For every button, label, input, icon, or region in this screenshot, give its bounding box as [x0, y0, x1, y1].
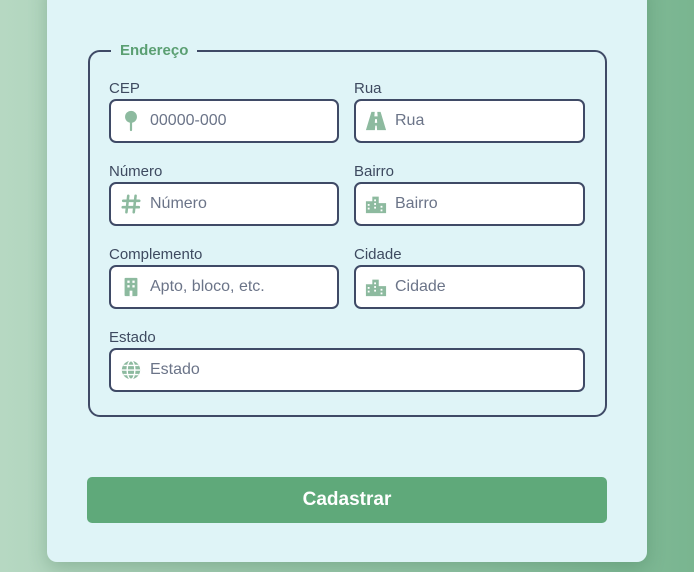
numero-input-box[interactable] [109, 182, 339, 226]
cep-input-box[interactable] [109, 99, 339, 143]
estado-label: Estado [109, 329, 156, 346]
cep-field: CEP [109, 80, 339, 143]
numero-label: Número [109, 163, 163, 180]
rua-field: Rua [354, 80, 585, 143]
cidade-label: Cidade [354, 246, 402, 263]
rua-label: Rua [354, 80, 382, 97]
city-icon [365, 276, 387, 298]
globe-icon [120, 359, 142, 381]
bairro-input[interactable] [395, 184, 583, 224]
form-card: Endereço CEP Rua Número [47, 0, 647, 562]
rua-input-box[interactable] [354, 99, 585, 143]
cadastrar-button[interactable]: Cadastrar [87, 477, 607, 523]
cidade-field: Cidade [354, 246, 585, 309]
numero-field: Número [109, 163, 339, 226]
numero-input[interactable] [150, 184, 337, 224]
bairro-label: Bairro [354, 163, 395, 180]
cep-label: CEP [109, 80, 140, 97]
bairro-field: Bairro [354, 163, 585, 226]
city-icon [365, 193, 387, 215]
building-icon [120, 276, 142, 298]
cidade-input[interactable] [395, 267, 583, 307]
cidade-input-box[interactable] [354, 265, 585, 309]
estado-input-box[interactable] [109, 348, 585, 392]
address-legend: Endereço [111, 41, 198, 61]
hashtag-icon [120, 193, 142, 215]
complemento-label: Complemento [109, 246, 203, 263]
complemento-input-box[interactable] [109, 265, 339, 309]
rua-input[interactable] [395, 101, 583, 141]
estado-field: Estado [109, 329, 585, 392]
complemento-field: Complemento [109, 246, 339, 309]
bairro-input-box[interactable] [354, 182, 585, 226]
map-pin-icon [120, 110, 142, 132]
road-icon [365, 110, 387, 132]
complemento-input[interactable] [150, 267, 337, 307]
cep-input[interactable] [150, 101, 337, 141]
estado-input[interactable] [150, 350, 583, 390]
